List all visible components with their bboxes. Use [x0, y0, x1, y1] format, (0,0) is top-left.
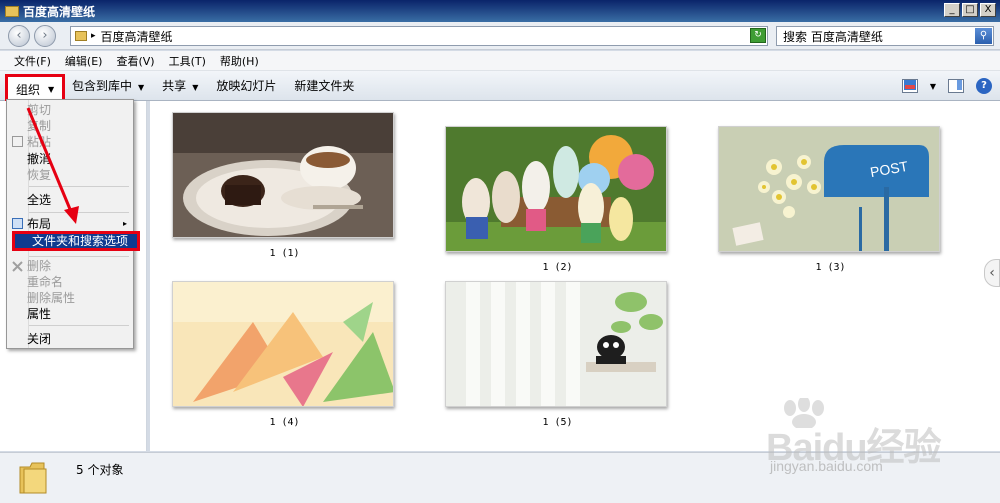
address-row: ‹ › ▸ 百度高清壁纸 ▼ ↻ 搜索 百度高清壁纸 ⚲ — [0, 22, 1000, 50]
search-icon[interactable]: ⚲ — [975, 28, 992, 44]
menu-separator — [29, 212, 129, 213]
menu-item-close[interactable]: 关闭 — [7, 331, 133, 347]
menu-item-delete[interactable]: 删除 — [7, 258, 133, 274]
file-item[interactable]: 1 (4) — [172, 281, 397, 428]
address-bar[interactable]: ▸ 百度高清壁纸 ▼ — [70, 26, 768, 46]
refresh-icon[interactable]: ↻ — [750, 28, 766, 43]
address-path: 百度高清壁纸 — [100, 29, 173, 44]
file-item[interactable]: POST 1 (3) — [718, 126, 943, 273]
menu-item-label: 布局 — [27, 217, 52, 231]
organize-label: 组织 — [16, 82, 41, 97]
delete-icon — [12, 260, 23, 272]
thumbnail-coffee[interactable] — [172, 112, 394, 238]
organize-menu: 剪切 复制 粘贴 撤消 恢复 全选 布局 ▸ 文件夹和搜索选项 删除 重命名 删除… — [6, 99, 140, 349]
help-icon[interactable]: ? — [976, 78, 992, 94]
menu-separator — [29, 186, 129, 187]
clipboard-icon — [12, 136, 23, 147]
file-name: 1 (1) — [269, 248, 300, 259]
preview-pane-icon[interactable] — [948, 79, 964, 93]
command-bar: 组织 ▼ 包含到库中 ▼ 共享 ▼ 放映幻灯片 新建文件夹 ▼ ? — [0, 71, 1000, 104]
copy-icon — [12, 120, 23, 131]
view-dropdown-icon[interactable]: ▼ — [930, 82, 936, 91]
folder-icon — [75, 31, 87, 41]
menu-view[interactable]: 查看(V) — [116, 53, 154, 69]
thumbnail-mailbox[interactable]: POST — [718, 126, 940, 252]
search-input[interactable]: 搜索 百度高清壁纸 ⚲ — [776, 26, 994, 46]
forward-button[interactable]: › — [34, 25, 56, 47]
file-name: 1 (4) — [269, 417, 300, 428]
view-controls: ▼ ? — [901, 78, 992, 94]
include-library-label: 包含到库中 — [72, 79, 133, 93]
share-label: 共享 — [162, 79, 187, 93]
title-bar: 百度高清壁纸 _ □ X — [0, 0, 1000, 22]
search-placeholder: 搜索 百度高清壁纸 — [783, 29, 883, 44]
chevron-down-icon: ▼ — [192, 83, 199, 92]
layout-icon — [12, 218, 23, 229]
menu-item-paste[interactable]: 粘贴 — [7, 134, 133, 150]
collapse-pane-button[interactable]: ‹ — [984, 259, 1000, 287]
window-title: 百度高清壁纸 — [23, 4, 96, 19]
menu-item-label: 剪切 — [27, 103, 52, 117]
menu-item-select-all[interactable]: 全选 — [7, 192, 133, 208]
close-button[interactable]: X — [980, 3, 996, 17]
file-item[interactable]: 1 (1) — [172, 112, 397, 259]
file-item[interactable]: 1 (5) — [445, 281, 670, 428]
back-button[interactable]: ‹ — [8, 25, 30, 47]
item-count: 5 个对象 — [76, 463, 124, 477]
menu-bar: 文件(F) 编辑(E) 查看(V) 工具(T) 帮助(H) — [0, 51, 1000, 71]
chevron-down-icon: ▼ — [48, 84, 55, 94]
menu-item-label: 粘贴 — [27, 135, 52, 149]
folder-icon — [5, 5, 19, 17]
include-library-button[interactable]: 包含到库中 ▼ — [72, 77, 144, 94]
share-button[interactable]: 共享 ▼ — [162, 77, 198, 94]
menu-item-undo[interactable]: 撤消 — [7, 151, 133, 167]
thumbnail-bunnies[interactable] — [445, 126, 667, 252]
menu-item-copy[interactable]: 复制 — [7, 118, 133, 134]
menu-file[interactable]: 文件(F) — [14, 53, 51, 69]
thumbnail-paper-cranes[interactable] — [172, 281, 394, 407]
new-folder-button[interactable]: 新建文件夹 — [294, 77, 354, 94]
menu-item-layout[interactable]: 布局 ▸ — [7, 216, 133, 232]
thumbnail-cartoon-cat[interactable] — [445, 281, 667, 407]
file-item[interactable]: 1 (2) — [445, 126, 670, 273]
file-name: 1 (3) — [815, 262, 846, 273]
menu-tools[interactable]: 工具(T) — [169, 53, 206, 69]
menu-item-label: 复制 — [27, 119, 52, 133]
menu-item-folder-options[interactable]: 文件夹和搜索选项 — [12, 231, 140, 251]
file-name: 1 (2) — [542, 262, 573, 273]
scissors-icon — [12, 104, 23, 115]
chevron-down-icon: ▼ — [138, 83, 145, 92]
menu-item-rename[interactable]: 重命名 — [7, 274, 133, 290]
watermark-url: jingyan.baidu.com — [770, 458, 883, 474]
folder-icon — [19, 462, 47, 494]
menu-item-cut[interactable]: 剪切 — [7, 102, 133, 118]
submenu-arrow-icon: ▸ — [122, 219, 127, 228]
menu-item-properties[interactable]: 属性 — [7, 306, 133, 322]
baidu-watermark: Baidu经验 jingyan.baidu.com — [756, 396, 996, 496]
menu-separator — [29, 325, 129, 326]
breadcrumb-arrow-icon[interactable]: ▸ — [91, 31, 96, 41]
menu-separator — [29, 256, 129, 257]
menu-item-redo[interactable]: 恢复 — [7, 167, 133, 183]
menu-item-label: 删除 — [27, 259, 52, 273]
menu-item-remove-properties[interactable]: 删除属性 — [7, 290, 133, 306]
window-controls: _ □ X — [944, 3, 996, 17]
menu-edit[interactable]: 编辑(E) — [65, 53, 103, 69]
slideshow-button[interactable]: 放映幻灯片 — [216, 77, 276, 94]
maximize-button[interactable]: □ — [962, 3, 978, 17]
file-name: 1 (5) — [542, 417, 573, 428]
minimize-button[interactable]: _ — [944, 3, 960, 17]
menu-help[interactable]: 帮助(H) — [220, 53, 259, 69]
change-view-icon[interactable] — [901, 79, 918, 93]
